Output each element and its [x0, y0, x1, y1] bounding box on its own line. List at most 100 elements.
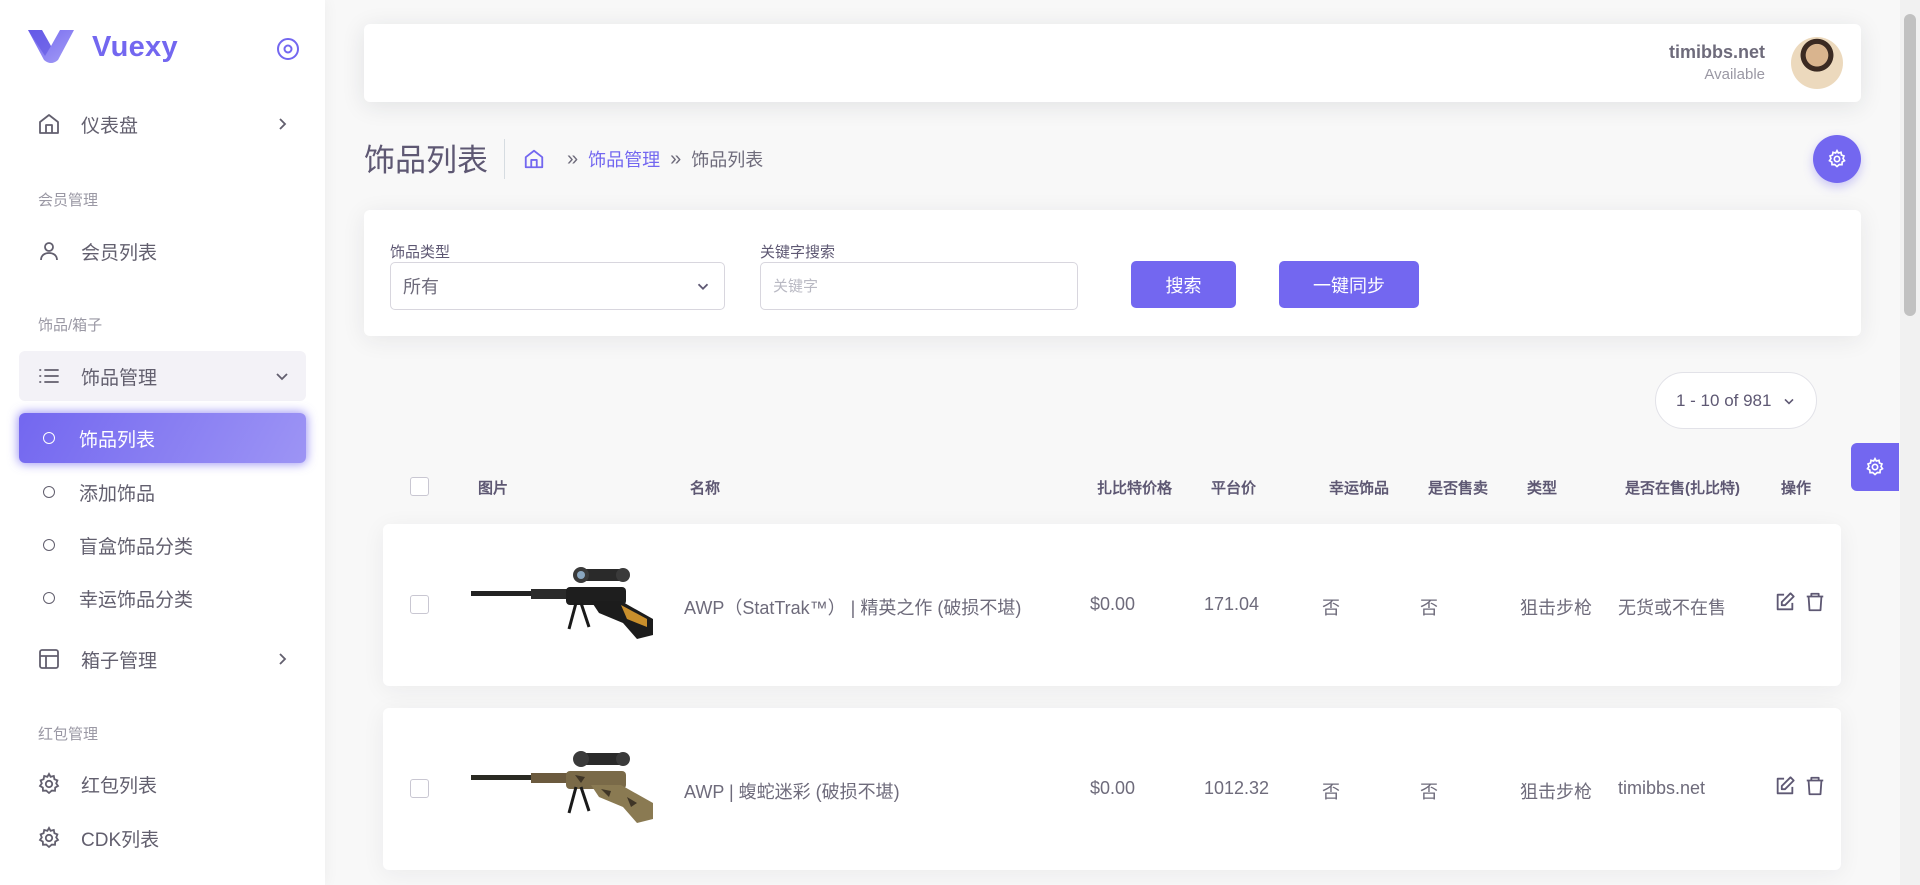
sync-button[interactable]: 一键同步 — [1279, 261, 1419, 308]
sidebar-item-dashboard[interactable]: 仪表盘 — [19, 99, 306, 149]
sidebar-item-lucky-category[interactable]: 幸运饰品分类 — [19, 573, 306, 623]
col-header-for-sale[interactable]: 是否售卖 — [1428, 477, 1488, 498]
nav-header-items: 饰品/箱子 — [38, 317, 103, 334]
avatar[interactable] — [1791, 37, 1843, 89]
user-icon — [40, 242, 58, 261]
gear-icon — [1828, 149, 1846, 168]
gear-icon — [1866, 457, 1884, 476]
item-lucky: 否 — [1322, 782, 1340, 802]
col-header-name[interactable]: 名称 — [690, 477, 720, 498]
sidebar-item-label: 仪表盘 — [81, 115, 139, 137]
sidebar-item-item-list[interactable]: 饰品列表 — [19, 413, 306, 463]
sidebar-item-label: 添加饰品 — [79, 483, 156, 505]
gear-icon — [38, 826, 60, 849]
row-checkbox[interactable] — [410, 779, 429, 798]
sidebar-item-label: 会员列表 — [81, 242, 158, 264]
nav-header-members: 会员管理 — [38, 192, 99, 209]
sidebar-item-cdk-list[interactable]: CDK列表 — [19, 813, 306, 863]
sidebar-item-blindbox-category[interactable]: 盲盒饰品分类 — [19, 520, 306, 570]
customizer-toggle-button[interactable] — [1851, 443, 1899, 491]
col-header-actions: 操作 — [1781, 480, 1812, 497]
sidebar-item-item-manage[interactable]: 饰品管理 — [19, 351, 306, 401]
sidebar-item-add-item[interactable]: 添加饰品 — [19, 467, 306, 517]
col-header-lucky[interactable]: 幸运饰品 — [1329, 477, 1389, 498]
item-platform-price: 171.04 — [1204, 594, 1260, 614]
search-button[interactable]: 搜索 — [1131, 261, 1236, 308]
pager-text: 1 - 10 of 981 — [1676, 390, 1772, 410]
circle-icon — [43, 592, 55, 604]
sidebar-item-label: 饰品管理 — [81, 367, 158, 389]
type-select[interactable]: 所有 — [390, 262, 725, 310]
circle-icon — [43, 486, 55, 498]
breadcrumb: » 饰品管理 » 饰品列表 — [523, 146, 763, 172]
item-for-sale: 否 — [1420, 782, 1438, 802]
breadcrumb-parent-link[interactable]: 饰品管理 — [588, 146, 660, 172]
nav-header-redpacket: 红包管理 — [38, 726, 99, 743]
sidebar-pin-icon[interactable] — [276, 37, 300, 61]
col-header-platform-price[interactable]: 平台价 — [1211, 477, 1256, 498]
list-icon — [39, 369, 59, 383]
title-divider — [504, 139, 505, 179]
item-lucky: 否 — [1322, 598, 1340, 618]
home-icon — [39, 114, 59, 134]
settings-button[interactable] — [1813, 135, 1861, 183]
chevron-down-icon — [697, 283, 709, 290]
breadcrumb-current: 饰品列表 — [691, 150, 764, 170]
col-header-on-sale-zbt[interactable]: 是否在售(扎比特) — [1625, 477, 1740, 498]
trash-icon[interactable] — [1804, 775, 1826, 797]
vuexy-logo-icon — [28, 30, 74, 63]
circle-icon — [43, 539, 55, 551]
sidebar-item-label: 盲盒饰品分类 — [79, 536, 194, 558]
scrollbar-thumb[interactable] — [1904, 14, 1916, 316]
filter-card: 饰品类型 所有 关键字搜索 搜索 一键同步 — [364, 210, 1861, 336]
page-size-dropdown[interactable]: 1 - 10 of 981 — [1655, 372, 1817, 429]
layout-icon — [39, 649, 59, 669]
item-name: AWP（StatTrak™） | 精英之作 (破损不堪) — [684, 598, 1022, 618]
sidebar-item-label: 幸运饰品分类 — [79, 589, 194, 611]
top-navbar: timibbs.net Available — [364, 24, 1861, 102]
home-icon[interactable] — [523, 148, 545, 170]
gear-icon — [38, 772, 60, 795]
row-checkbox[interactable] — [410, 595, 429, 614]
item-name: AWP | 蝮蛇迷彩 (破损不堪) — [684, 782, 900, 802]
item-image — [471, 567, 653, 639]
chevron-right-icon — [279, 653, 287, 665]
sidebar-item-label: 饰品列表 — [79, 429, 156, 451]
type-label: 饰品类型 — [390, 244, 451, 261]
edit-icon[interactable] — [1774, 591, 1796, 613]
col-header-zbt-price[interactable]: 扎比特价格 — [1097, 477, 1172, 498]
user-name[interactable]: timibbs.net — [1669, 42, 1765, 63]
brand-name: Vuexy — [92, 30, 178, 63]
chevron-right-icon — [279, 118, 287, 130]
select-all-checkbox[interactable] — [410, 477, 429, 496]
item-image — [471, 751, 653, 823]
user-status: Available — [1704, 66, 1765, 83]
sidebar-item-member-list[interactable]: 会员列表 — [19, 226, 306, 276]
sidebar-item-redpacket-list[interactable]: 红包列表 — [19, 759, 306, 809]
type-select-value: 所有 — [403, 277, 439, 297]
chevron-down-icon — [1784, 398, 1795, 405]
page-scrollbar[interactable] — [1900, 0, 1920, 885]
brand[interactable]: Vuexy — [28, 30, 178, 64]
col-header-image: 图片 — [478, 480, 509, 497]
item-platform-price: 1012.32 — [1204, 778, 1270, 798]
sidebar: Vuexy 仪表盘 会员管理 会员列表 饰品/箱子 饰品管理 饰品列表 添加饰品 — [0, 0, 325, 885]
sidebar-item-box-manage[interactable]: 箱子管理 — [19, 634, 306, 684]
circle-icon — [43, 432, 55, 444]
keyword-label: 关键字搜索 — [760, 244, 836, 261]
breadcrumb-separator: » — [567, 147, 579, 170]
chevron-down-icon — [276, 373, 288, 381]
table-row: AWP（StatTrak™） | 精英之作 (破损不堪) $0.00 171.0… — [383, 524, 1841, 686]
item-for-sale: 否 — [1420, 598, 1438, 618]
page-title: 饰品列表 — [364, 143, 488, 178]
item-on-sale-zbt: timibbs.net — [1618, 778, 1706, 798]
col-header-type[interactable]: 类型 — [1527, 477, 1557, 498]
sidebar-item-label: 红包列表 — [81, 775, 158, 797]
item-on-sale-zbt: 无货或不在售 — [1618, 598, 1726, 618]
item-type: 狙击步枪 — [1520, 782, 1592, 802]
trash-icon[interactable] — [1804, 591, 1826, 613]
edit-icon[interactable] — [1774, 775, 1796, 797]
breadcrumb-separator: » — [670, 147, 682, 170]
sidebar-item-label: CDK列表 — [81, 829, 160, 851]
keyword-input[interactable] — [760, 262, 1078, 310]
